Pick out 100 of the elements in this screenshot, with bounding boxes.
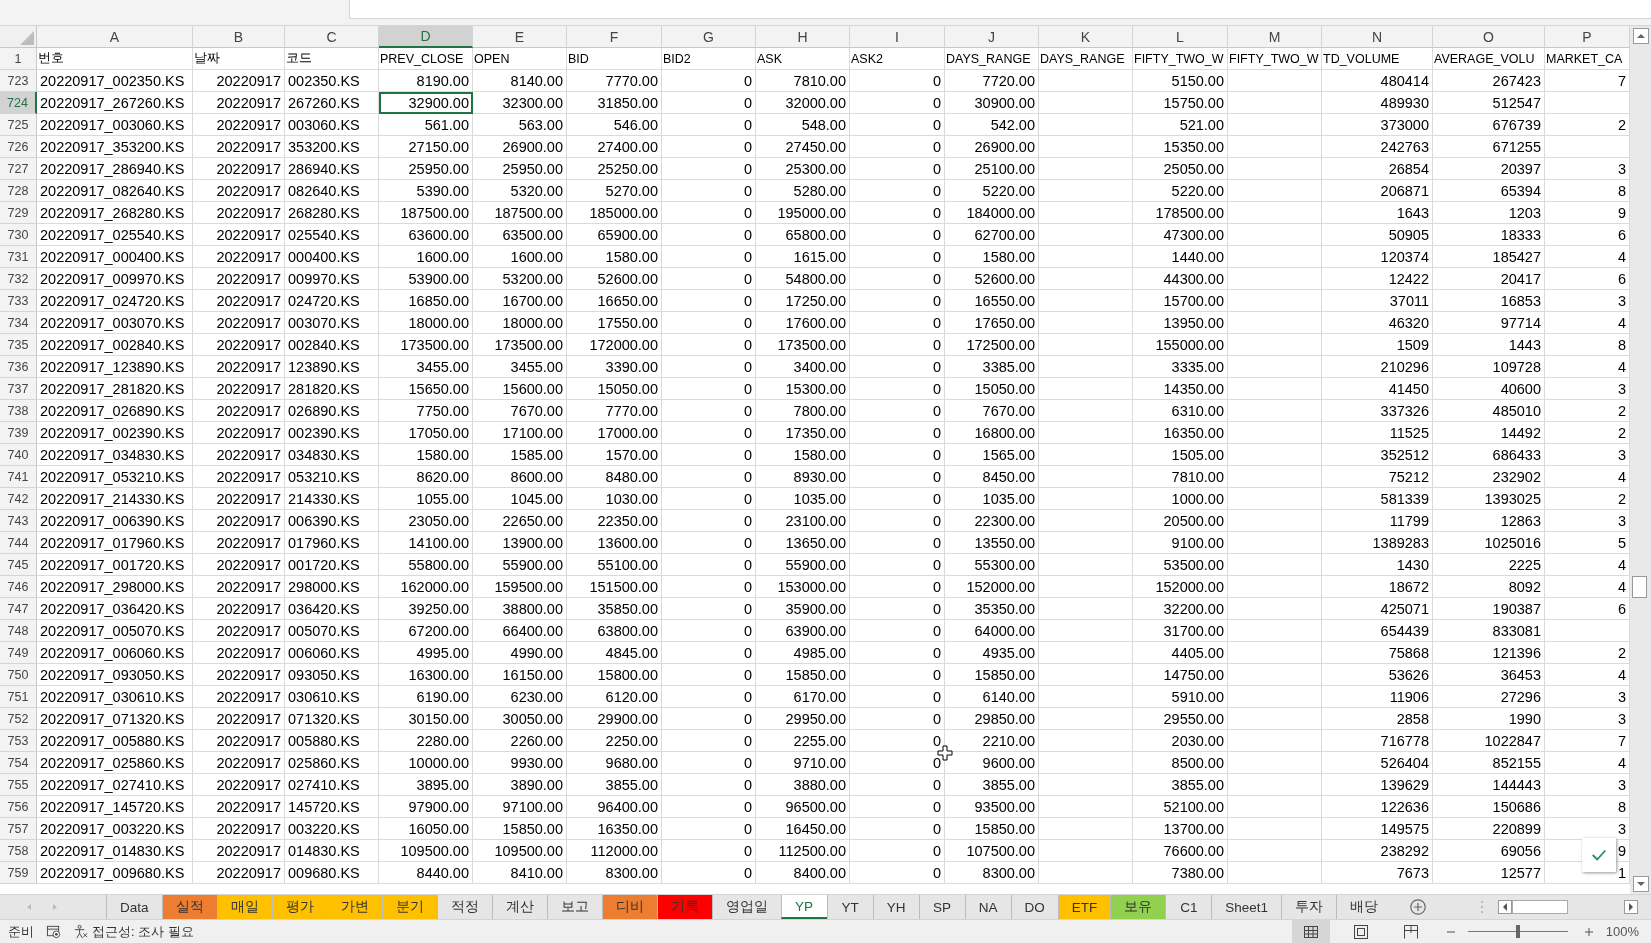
vertical-scrollbar[interactable] bbox=[1630, 26, 1651, 894]
column-header[interactable]: O bbox=[1433, 26, 1545, 48]
column-header[interactable]: C bbox=[285, 26, 379, 48]
scroll-up-icon[interactable] bbox=[1632, 28, 1649, 44]
sheet-tab[interactable]: 가변 bbox=[326, 895, 382, 919]
table-cell: 20220917_053210.KS bbox=[37, 466, 193, 488]
sheet-tab[interactable]: 실적 bbox=[161, 895, 217, 919]
table-cell: 286940.KS bbox=[285, 158, 379, 180]
column-header[interactable]: D bbox=[379, 26, 473, 48]
table-cell: 3455.00 bbox=[473, 356, 567, 378]
row-number[interactable]: 1 bbox=[0, 48, 37, 70]
scroll-down-icon[interactable] bbox=[1632, 876, 1649, 892]
table-cell: 25950.00 bbox=[379, 158, 473, 180]
row-number[interactable]: 739 bbox=[0, 422, 37, 444]
column-header[interactable]: J bbox=[945, 26, 1039, 48]
column-header[interactable]: P bbox=[1545, 26, 1630, 48]
column-header[interactable]: N bbox=[1322, 26, 1433, 48]
row-number[interactable]: 748 bbox=[0, 620, 37, 642]
sheet-tab[interactable]: ETF bbox=[1057, 895, 1111, 919]
column-header[interactable]: E bbox=[473, 26, 567, 48]
table-cell: 0 bbox=[850, 774, 945, 796]
table-cell: 0 bbox=[662, 708, 756, 730]
table-cell: 20220917_071320.KS bbox=[37, 708, 193, 730]
row-number[interactable]: 738 bbox=[0, 400, 37, 422]
quick-analysis-button[interactable] bbox=[1582, 838, 1616, 872]
table-cell: 27296 bbox=[1433, 686, 1545, 708]
column-header[interactable]: I bbox=[850, 26, 945, 48]
row-number[interactable]: 751 bbox=[0, 686, 37, 708]
table-cell: 20220917 bbox=[193, 576, 285, 598]
column-header[interactable]: L bbox=[1133, 26, 1228, 48]
zoom-level[interactable]: 100% bbox=[1605, 924, 1639, 939]
row-number[interactable]: 723 bbox=[0, 70, 37, 92]
macro-record-icon[interactable] bbox=[46, 924, 61, 939]
row-number[interactable]: 731 bbox=[0, 246, 37, 268]
row-number[interactable]: 758 bbox=[0, 840, 37, 862]
splitter-handle-icon[interactable] bbox=[1480, 900, 1484, 914]
row-number[interactable]: 755 bbox=[0, 774, 37, 796]
table-cell: 20220917_214330.KS bbox=[37, 488, 193, 510]
row-number[interactable]: 750 bbox=[0, 664, 37, 686]
table-cell: 16550.00 bbox=[945, 290, 1039, 312]
row-number[interactable]: 732 bbox=[0, 268, 37, 290]
table-cell: 20220917 bbox=[193, 466, 285, 488]
row-number[interactable]: 726 bbox=[0, 136, 37, 158]
slider-thumb[interactable] bbox=[1515, 925, 1520, 938]
table-cell: 3895.00 bbox=[379, 774, 473, 796]
sheet-tab[interactable]: 평가 bbox=[271, 895, 327, 919]
column-header[interactable]: H bbox=[756, 26, 850, 48]
row-number[interactable]: 742 bbox=[0, 488, 37, 510]
row-number[interactable]: 759 bbox=[0, 862, 37, 884]
table-cell: 0 bbox=[662, 158, 756, 180]
row-number[interactable]: 730 bbox=[0, 224, 37, 246]
row-number[interactable]: 736 bbox=[0, 356, 37, 378]
row-number[interactable]: 741 bbox=[0, 466, 37, 488]
row-number[interactable]: 745 bbox=[0, 554, 37, 576]
view-mode-button[interactable] bbox=[1291, 920, 1330, 943]
zoom-in-icon[interactable] bbox=[1583, 926, 1594, 937]
row-number[interactable]: 757 bbox=[0, 818, 37, 840]
table-cell: 1585.00 bbox=[473, 444, 567, 466]
row-number[interactable]: 733 bbox=[0, 290, 37, 312]
row-number[interactable]: 753 bbox=[0, 730, 37, 752]
table-cell: 20220917_000400.KS bbox=[37, 246, 193, 268]
sheet-tab[interactable]: 디비 bbox=[601, 895, 657, 919]
table-cell: 20220917_006060.KS bbox=[37, 642, 193, 664]
row-number[interactable]: 756 bbox=[0, 796, 37, 818]
row-number[interactable]: 743 bbox=[0, 510, 37, 532]
column-header[interactable]: G bbox=[662, 26, 756, 48]
row-number[interactable]: 749 bbox=[0, 642, 37, 664]
row-number[interactable]: 740 bbox=[0, 444, 37, 466]
sheet-tab[interactable]: 매일 bbox=[216, 895, 272, 919]
column-header[interactable]: M bbox=[1228, 26, 1322, 48]
scroll-thumb[interactable] bbox=[1632, 576, 1647, 598]
row-number[interactable]: 728 bbox=[0, 180, 37, 202]
row-number[interactable]: 724 bbox=[0, 92, 37, 114]
sheet-tab[interactable]: 보유 bbox=[1110, 895, 1166, 919]
row-number[interactable]: 725 bbox=[0, 114, 37, 136]
accessibility-button[interactable]: 접근성: 조사 필요 bbox=[73, 922, 194, 941]
row-number[interactable]: 744 bbox=[0, 532, 37, 554]
column-header[interactable]: F bbox=[567, 26, 662, 48]
row-number[interactable]: 734 bbox=[0, 312, 37, 334]
row-number[interactable]: 737 bbox=[0, 378, 37, 400]
table-cell: 17000.00 bbox=[567, 422, 662, 444]
column-header[interactable]: B bbox=[193, 26, 285, 48]
row-number[interactable]: 752 bbox=[0, 708, 37, 730]
scroll-right-icon[interactable] bbox=[1624, 900, 1638, 914]
row-number[interactable]: 729 bbox=[0, 202, 37, 224]
add-sheet-icon[interactable] bbox=[1409, 898, 1428, 916]
table-cell: 267260.KS bbox=[285, 92, 379, 114]
column-header[interactable]: K bbox=[1039, 26, 1133, 48]
table-cell: 0 bbox=[850, 180, 945, 202]
row-number[interactable]: 754 bbox=[0, 752, 37, 774]
row-number[interactable]: 735 bbox=[0, 334, 37, 356]
scroll-thumb[interactable] bbox=[1512, 900, 1568, 914]
scroll-left-icon[interactable] bbox=[1498, 900, 1512, 914]
column-header[interactable]: A bbox=[37, 26, 193, 48]
row-number[interactable]: 727 bbox=[0, 158, 37, 180]
row-number[interactable]: 747 bbox=[0, 598, 37, 620]
sheet-tab[interactable]: YP bbox=[780, 895, 827, 919]
sheet-tab[interactable]: 분기 bbox=[381, 895, 437, 919]
row-number[interactable]: 746 bbox=[0, 576, 37, 598]
table-cell: 20220917 bbox=[193, 246, 285, 268]
